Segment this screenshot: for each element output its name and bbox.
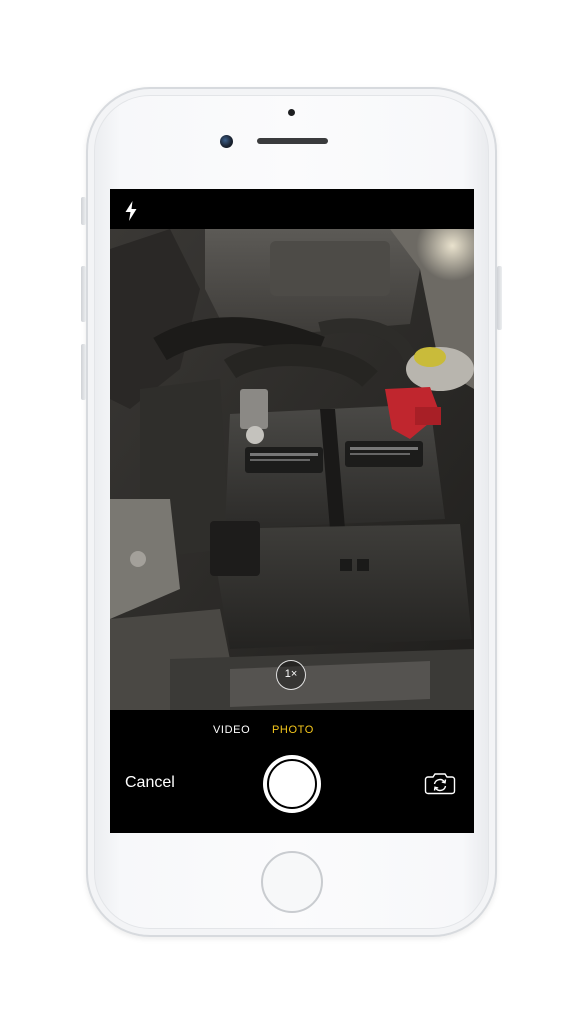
shutter-inner-ring (267, 759, 317, 809)
mode-photo[interactable]: PHOTO (272, 724, 314, 736)
power-button (497, 266, 502, 330)
engine-bay-photo (110, 229, 474, 710)
proximity-sensor (288, 109, 295, 116)
volume-up-button (81, 266, 86, 322)
home-button[interactable] (261, 851, 323, 913)
cancel-button[interactable]: Cancel (125, 774, 175, 792)
zoom-level-button[interactable]: 1× (276, 660, 306, 690)
camera-viewfinder[interactable]: 1× (110, 229, 474, 710)
stage: 1× VIDEO PHOTO Cancel (0, 0, 584, 1024)
front-camera (220, 135, 233, 148)
volume-down-button (81, 344, 86, 400)
mute-switch (81, 197, 86, 225)
mode-selector[interactable]: VIDEO PHOTO (110, 724, 474, 740)
camera-screen: 1× VIDEO PHOTO Cancel (110, 189, 474, 833)
mode-video[interactable]: VIDEO (213, 724, 250, 736)
switch-camera-icon[interactable] (424, 771, 456, 795)
shutter-button[interactable] (263, 755, 321, 813)
earpiece-speaker (257, 138, 328, 144)
flash-icon[interactable] (124, 201, 138, 221)
